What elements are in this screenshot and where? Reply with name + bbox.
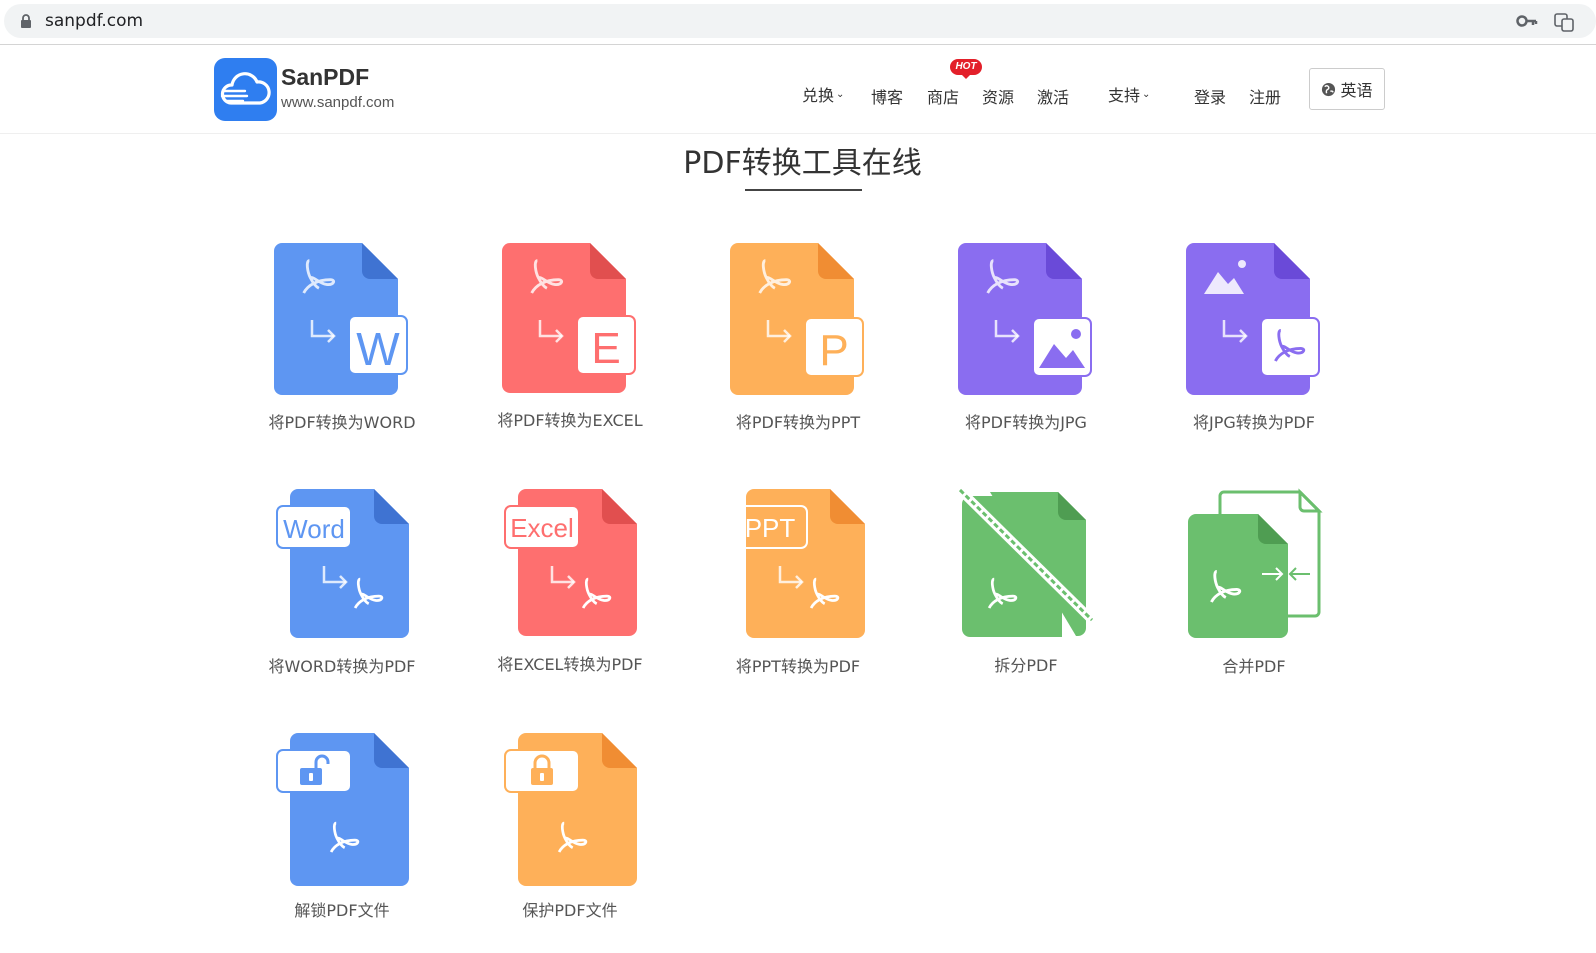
- lock-icon: [21, 14, 31, 28]
- protect-pdf-icon: [504, 733, 637, 886]
- brand-name[interactable]: SanPDF: [281, 64, 369, 91]
- chrome-divider: [0, 44, 1596, 45]
- pdf-to-excel-icon: E: [502, 243, 636, 393]
- pdf-to-word-icon: W: [274, 243, 408, 395]
- tool-unlock-pdf[interactable]: 解锁PDF文件: [242, 730, 442, 930]
- pdf-to-jpg-icon: [958, 243, 1092, 395]
- tool-label: 将PPT转换为PDF: [735, 657, 861, 676]
- tool-label: 将WORD转换为PDF: [268, 657, 416, 676]
- nav-convert[interactable]: 兑换 ⌄: [802, 82, 844, 106]
- address-bar[interactable]: sanpdf.com: [4, 4, 1596, 38]
- excel-to-pdf-icon: Excel: [504, 489, 637, 636]
- cloud-icon: [220, 72, 271, 105]
- split-pdf-icon: [956, 486, 1096, 637]
- nav-support[interactable]: 支持 ⌄: [1108, 82, 1150, 106]
- chevron-down-icon: ⌄: [1142, 89, 1151, 100]
- word-tag: Word: [283, 514, 345, 544]
- tool-excel-to-pdf[interactable]: Excel 将EXCEL转换为PDF: [470, 486, 670, 686]
- tool-pdf-to-word[interactable]: W 将PDF转换为WORD: [242, 240, 442, 440]
- nav-login[interactable]: 登录: [1194, 84, 1226, 108]
- excel-letter: E: [591, 324, 620, 373]
- excel-tag: Excel: [510, 513, 574, 543]
- pdf-to-ppt-icon: P: [730, 243, 864, 395]
- tool-label: 保护PDF文件: [522, 901, 618, 920]
- globe-icon: [1322, 82, 1336, 96]
- title-underline: [745, 189, 862, 191]
- key-icon[interactable]: [1516, 14, 1538, 28]
- nav-resources[interactable]: 资源: [982, 84, 1014, 108]
- tool-protect-pdf[interactable]: 保护PDF文件: [470, 730, 670, 930]
- hot-badge: HOT: [950, 59, 982, 75]
- word-letter: W: [356, 323, 400, 375]
- tool-pdf-to-excel[interactable]: E 将PDF转换为EXCEL: [470, 240, 670, 440]
- tool-split-pdf[interactable]: 拆分PDF: [926, 486, 1126, 686]
- unlock-pdf-icon: [276, 733, 409, 886]
- tool-label: 拆分PDF: [994, 656, 1058, 675]
- tool-label: 将EXCEL转换为PDF: [497, 655, 643, 674]
- tool-label: 解锁PDF文件: [294, 901, 390, 920]
- nav-activate[interactable]: 激活: [1037, 84, 1069, 108]
- tool-label: 将PDF转换为PPT: [735, 413, 861, 432]
- nav-store[interactable]: 商店: [927, 84, 959, 108]
- tool-ppt-to-pdf[interactable]: PPT 将PPT转换为PDF: [698, 486, 898, 686]
- tool-label: 合并PDF: [1222, 657, 1286, 676]
- word-to-pdf-icon: Word: [276, 489, 409, 638]
- chevron-down-icon: ⌄: [836, 89, 845, 100]
- logo[interactable]: [214, 58, 277, 121]
- page-title: PDF转换工具在线: [683, 146, 922, 181]
- merge-pdf-icon: [1188, 488, 1323, 638]
- ppt-to-pdf-icon: PPT: [732, 489, 865, 638]
- nav-convert-label: 兑换: [802, 86, 835, 105]
- jpg-to-pdf-icon: [1186, 243, 1320, 395]
- hot-badge-pointer: [961, 74, 971, 79]
- tool-pdf-to-jpg[interactable]: 将PDF转换为JPG: [926, 240, 1126, 440]
- nav-register[interactable]: 注册: [1249, 84, 1281, 108]
- header-divider: [0, 133, 1596, 134]
- tool-pdf-to-ppt[interactable]: P 将PDF转换为PPT: [698, 240, 898, 440]
- translate-icon[interactable]: [1554, 12, 1574, 32]
- ppt-letter: P: [819, 326, 848, 375]
- language-label: 英语: [1340, 81, 1373, 100]
- ppt-tag: PPT: [745, 513, 796, 543]
- tool-word-to-pdf[interactable]: Word 将WORD转换为PDF: [242, 486, 442, 686]
- url-text: sanpdf.com: [45, 11, 144, 31]
- tool-label: 将PDF转换为JPG: [965, 413, 1087, 432]
- tool-label: 将PDF转换为WORD: [268, 413, 416, 432]
- tool-merge-pdf[interactable]: 合并PDF: [1154, 486, 1354, 686]
- tool-label: 将JPG转换为PDF: [1193, 413, 1315, 432]
- brand-url[interactable]: www.sanpdf.com: [281, 94, 394, 111]
- nav-support-label: 支持: [1108, 86, 1141, 105]
- tool-jpg-to-pdf[interactable]: 将JPG转换为PDF: [1154, 240, 1354, 440]
- tool-label: 将PDF转换为EXCEL: [497, 411, 643, 430]
- language-button[interactable]: 英语: [1309, 68, 1385, 110]
- nav-blog[interactable]: 博客: [871, 84, 903, 108]
